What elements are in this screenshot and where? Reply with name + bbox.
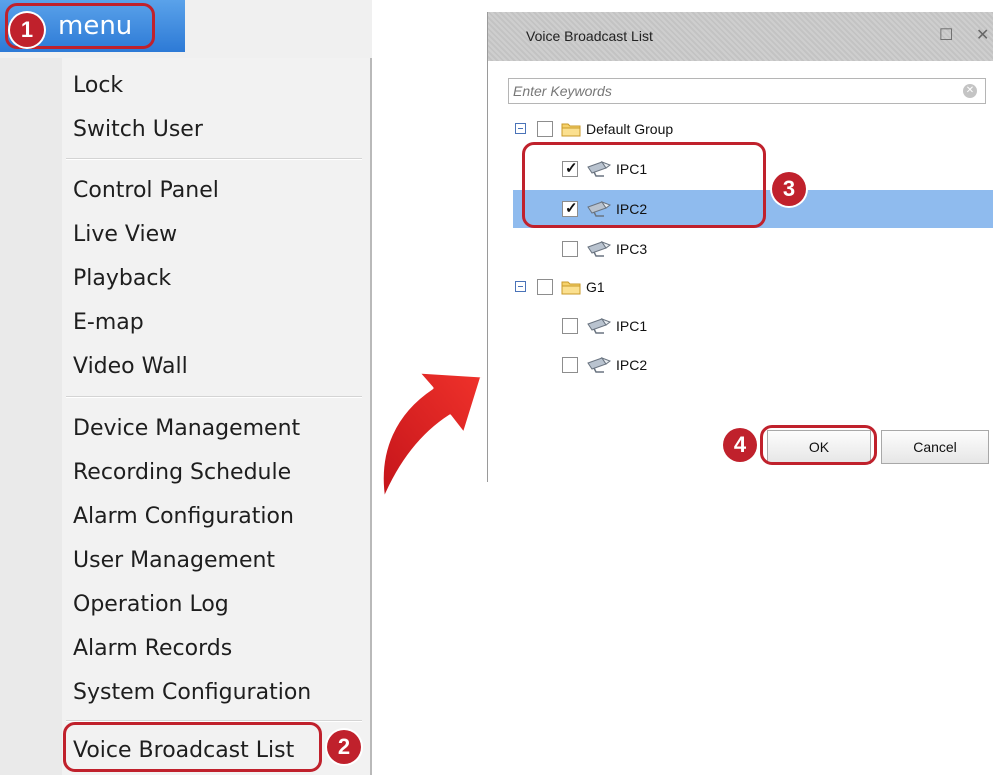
tree-node-label: IPC3	[616, 241, 648, 257]
menu-item-alarm-records[interactable]: Alarm Records	[73, 636, 232, 661]
voice-broadcast-dialog: Voice Broadcast List ☐ ✕ ✕ Default Group…	[487, 12, 993, 482]
search-input[interactable]	[513, 82, 953, 100]
voice-broadcast-highlight	[63, 722, 322, 772]
selection-highlight	[522, 142, 766, 228]
callout-1: 1	[10, 13, 44, 47]
search-box: ✕	[508, 78, 986, 104]
menu-icon-strip	[0, 58, 62, 775]
folder-icon	[561, 123, 581, 137]
collapse-icon[interactable]	[515, 281, 526, 292]
menu-item-alarm-configuration[interactable]: Alarm Configuration	[73, 504, 294, 529]
menu-item-system-configuration[interactable]: System Configuration	[73, 680, 311, 705]
cancel-button[interactable]: Cancel	[881, 430, 989, 464]
flow-arrow-icon	[380, 370, 484, 502]
menu-separator	[66, 396, 362, 398]
main-menu-dropdown: Lock Switch User Control Panel Live View…	[0, 58, 372, 775]
tree-node-group[interactable]: G1	[488, 269, 993, 305]
tree-node-label: IPC1	[616, 318, 648, 334]
callout-3: 3	[772, 172, 806, 206]
collapse-icon[interactable]	[515, 123, 526, 134]
menu-item-device-management[interactable]: Device Management	[73, 416, 300, 441]
dialog-title: Voice Broadcast List	[526, 28, 653, 44]
tree-checkbox[interactable]	[562, 241, 578, 257]
maximize-icon[interactable]: ☐	[939, 25, 953, 45]
tree-node-label: IPC2	[616, 357, 648, 373]
tree-node-device[interactable]: IPC2	[488, 347, 993, 383]
ok-button-highlight	[760, 425, 877, 465]
menu-item-live-view[interactable]: Live View	[73, 222, 177, 247]
menu-item-user-management[interactable]: User Management	[73, 548, 275, 573]
menu-item-video-wall[interactable]: Video Wall	[73, 354, 188, 379]
tree-node-label: G1	[586, 279, 605, 295]
tree-checkbox[interactable]	[562, 318, 578, 334]
menu-item-e-map[interactable]: E-map	[73, 310, 144, 335]
menu-item-switch-user[interactable]: Switch User	[73, 117, 203, 142]
close-icon[interactable]: ✕	[976, 25, 989, 45]
callout-2: 2	[327, 730, 361, 764]
menu-item-playback[interactable]: Playback	[73, 266, 171, 291]
tree-checkbox[interactable]	[562, 357, 578, 373]
menu-item-control-panel[interactable]: Control Panel	[73, 178, 219, 203]
camera-icon	[587, 241, 612, 257]
callout-4: 4	[723, 428, 757, 462]
tree-node-device[interactable]: IPC3	[488, 231, 993, 267]
tree-checkbox[interactable]	[537, 279, 553, 295]
menu-item-recording-schedule[interactable]: Recording Schedule	[73, 460, 291, 485]
dialog-title-bar: Voice Broadcast List ☐ ✕	[488, 12, 993, 61]
camera-icon	[587, 318, 612, 334]
menu-separator	[66, 158, 362, 160]
folder-icon	[561, 281, 581, 295]
tree-checkbox[interactable]	[537, 121, 553, 137]
camera-icon	[587, 357, 612, 373]
clear-search-icon[interactable]: ✕	[963, 84, 977, 98]
tree-node-device[interactable]: IPC1	[488, 308, 993, 344]
menu-item-operation-log[interactable]: Operation Log	[73, 592, 229, 617]
menu-item-lock[interactable]: Lock	[73, 73, 123, 98]
tree-node-label: Default Group	[586, 121, 674, 137]
